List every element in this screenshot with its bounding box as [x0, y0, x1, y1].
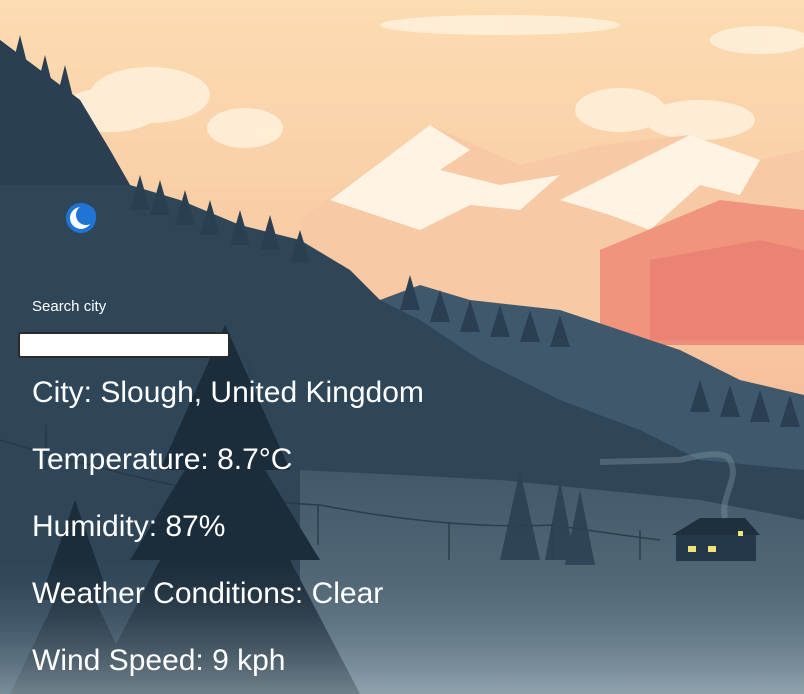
- weather-conditions-text: Weather Conditions: Clear: [32, 577, 384, 610]
- search-city-label: Search city: [32, 298, 107, 315]
- city-text: City: Slough, United Kingdom: [32, 376, 424, 409]
- wind-speed-text: Wind Speed: 9 kph: [32, 644, 286, 677]
- crescent-moon-icon: [65, 201, 97, 235]
- humidity-text: Humidity: 87%: [32, 510, 226, 543]
- temperature-text: Temperature: 8.7°C: [32, 443, 293, 476]
- search-city-input[interactable]: [18, 332, 230, 358]
